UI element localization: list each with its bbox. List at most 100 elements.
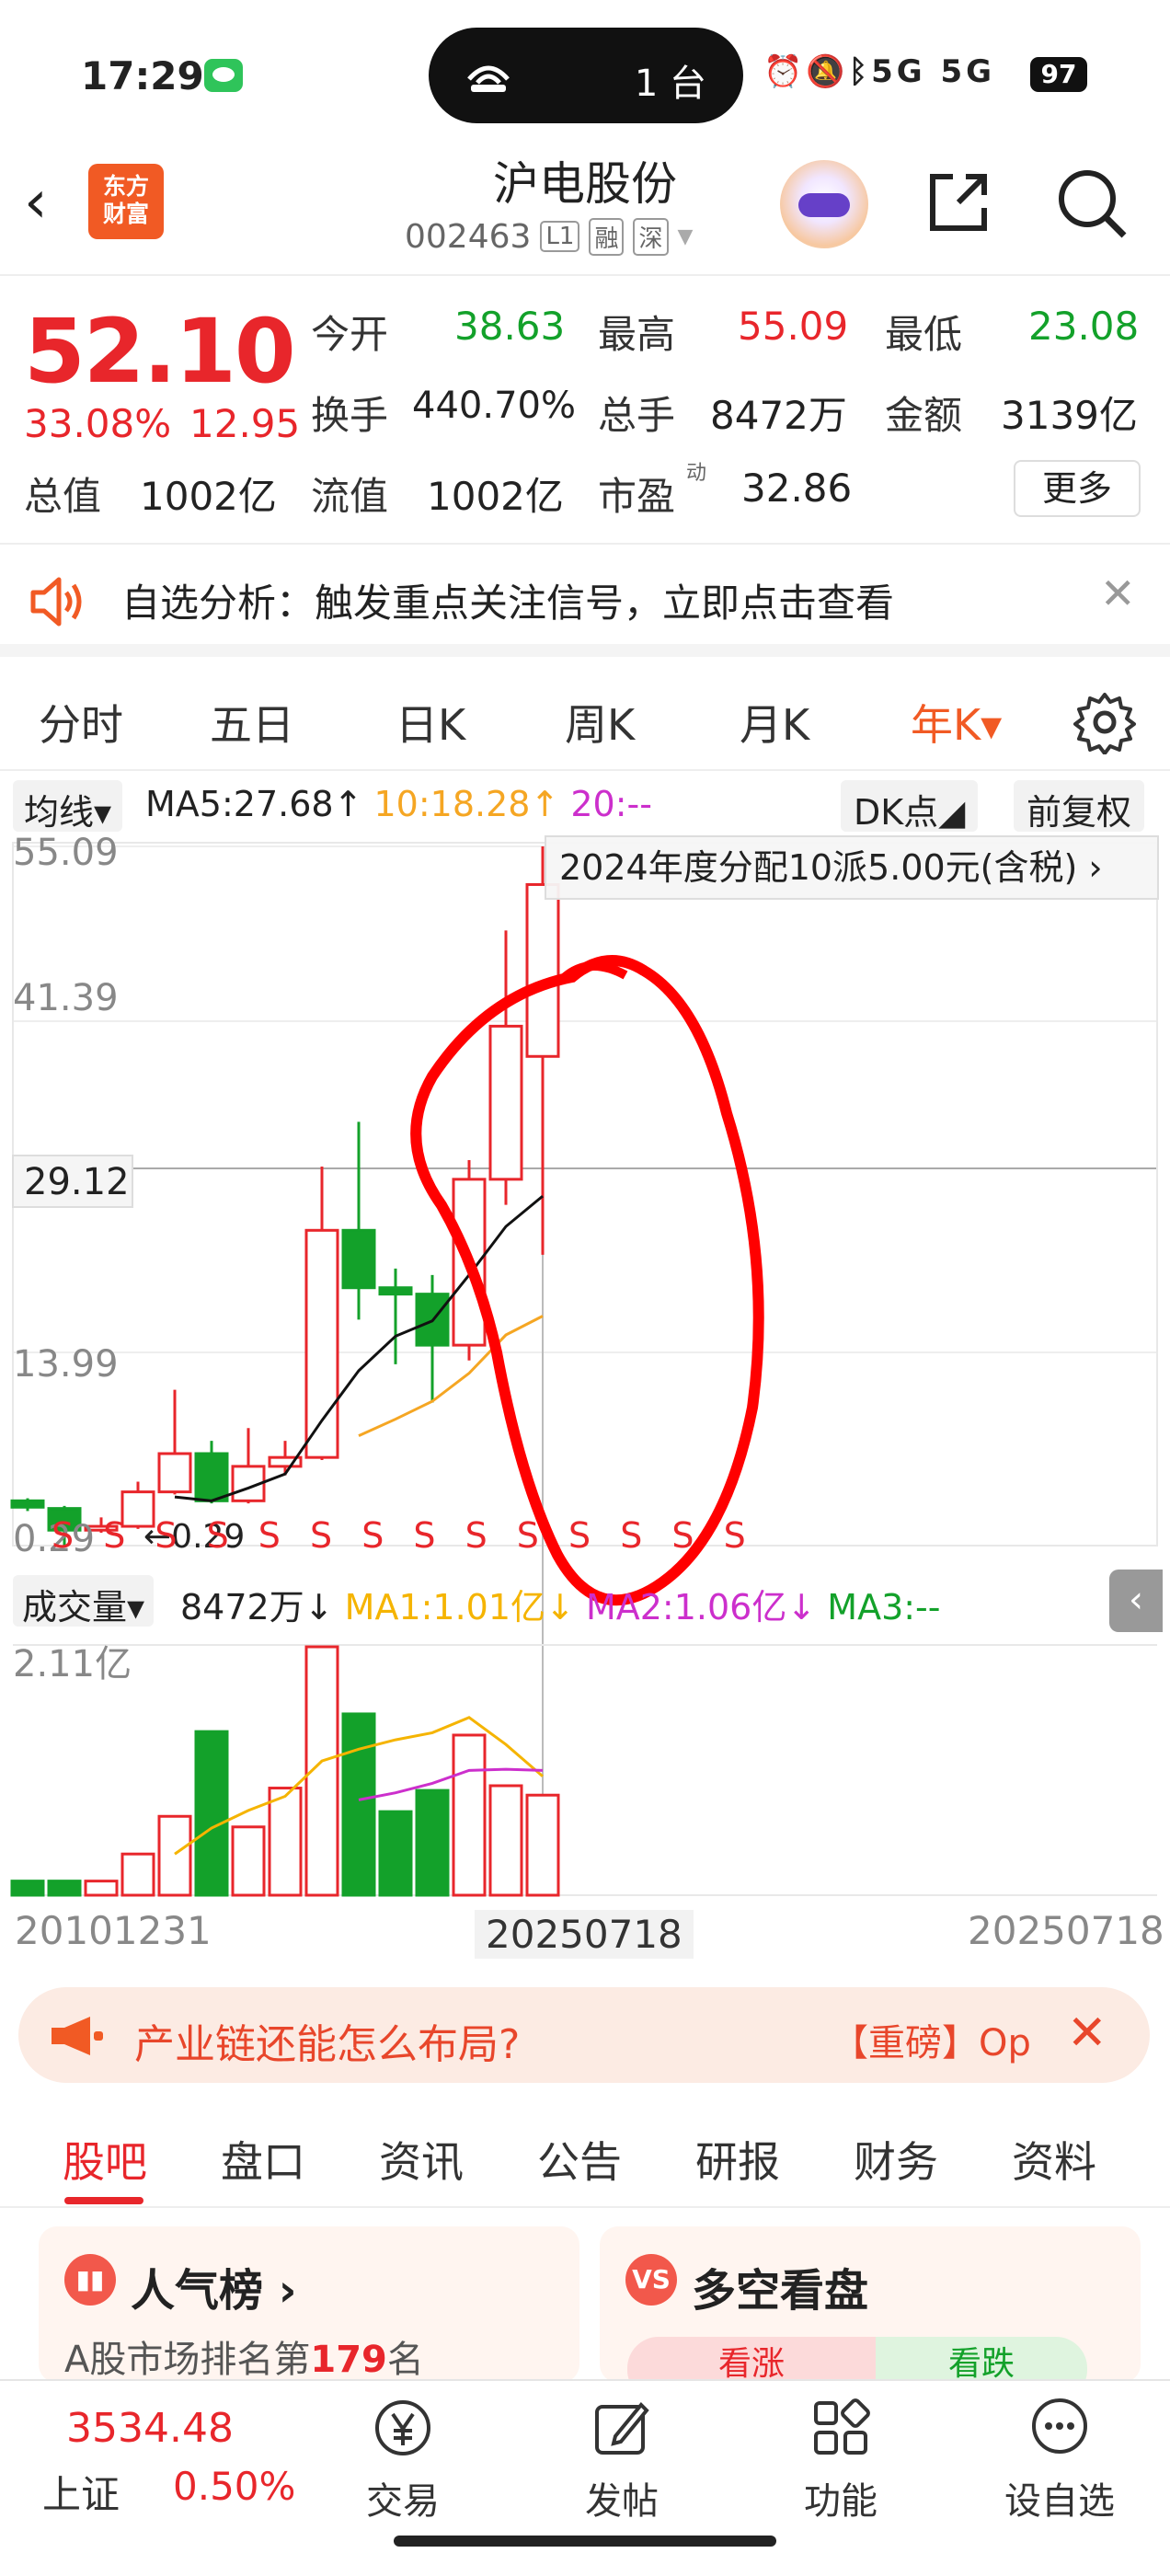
nav-add-watchlist[interactable]: 设自选 (995, 2396, 1124, 2534)
promo-text: 产业链还能怎么布局? (134, 2021, 521, 2068)
volume-bar (194, 1730, 229, 1897)
adjust-button[interactable]: 前复权 (1014, 780, 1145, 833)
tab-5day[interactable]: 五日 (210, 692, 294, 753)
close-icon[interactable]: ✕ (1067, 2006, 1107, 2061)
cast-icon (467, 65, 510, 92)
open-value: 38.63 (454, 304, 566, 349)
amount-value: 3139亿 (1001, 393, 1138, 438)
collapse-panel-button[interactable]: ‹ (1109, 1570, 1163, 1632)
stock-code: 002463 (405, 217, 532, 256)
ma-dropdown[interactable]: 均线▾ (13, 780, 123, 833)
mute-icon: 🔕 (806, 53, 849, 90)
bar-chart-icon: ▮▮ (64, 2254, 116, 2306)
volume-bar (525, 1793, 560, 1897)
volume-dropdown[interactable]: 成交量▾ (13, 1575, 155, 1627)
candle-body (488, 1024, 523, 1181)
tab-weekly-k[interactable]: 周K (565, 692, 635, 753)
chat-bubble-icon (1032, 2398, 1087, 2454)
volume-bar (341, 1712, 376, 1897)
alert-banner[interactable]: 自选分析：触发重点关注信号，立即点击查看 ✕ (0, 545, 1170, 657)
bull-button[interactable]: 看涨 (627, 2337, 876, 2383)
volume-label: 总手 (598, 393, 676, 438)
volume-value: 8472万↓ (180, 1587, 334, 1627)
volume-bar (415, 1788, 450, 1897)
turnover-label: 换手 (311, 393, 389, 438)
tab-monthly-k[interactable]: 月K (740, 692, 809, 753)
status-bar: 17:29 1 台 ⏰🔕ᛒ5G 5G 97 (0, 0, 1170, 147)
tab-intraday[interactable]: 分时 (39, 692, 123, 753)
nav-functions[interactable]: 功能 (776, 2396, 905, 2534)
chevron-down-icon[interactable]: ▼ (678, 225, 694, 248)
turnover-value: 440.70% (412, 385, 576, 427)
bull-bear-title: 多空看盘 (692, 2265, 869, 2317)
signal-icon: 5G 5G (871, 53, 996, 90)
bear-button[interactable]: 看跌 (876, 2337, 1087, 2383)
versus-icon: VS (625, 2254, 677, 2306)
more-button[interactable]: 更多 (1014, 460, 1141, 517)
mktcap-value: 1002亿 (140, 474, 277, 519)
volume-bar (157, 1814, 192, 1897)
vol-ma1-value: MA1:1.01亿↓ (344, 1587, 575, 1627)
volume-bar (47, 1880, 82, 1897)
dk-point-button[interactable]: DK点◢ (841, 780, 979, 833)
index-percent: 0.50% (173, 2464, 296, 2509)
kline-chart[interactable]: 55.09 41.39 29.12 13.99 0.29 ←0.29 S S S… (0, 837, 1170, 1904)
volume-legend: 成交量▾ 8472万↓ MA1:1.01亿↓ MA2:1.06亿↓ MA3:--… (0, 1570, 1170, 1634)
date-start: 20101231 (15, 1908, 212, 1953)
popularity-title: 人气榜 › (131, 2265, 297, 2317)
tab-guba[interactable]: 股吧 (63, 2129, 147, 2190)
search-icon[interactable] (1052, 164, 1130, 241)
title-bar: ‹ 东方 财富 沪电股份 002463 L1 融 深 ▼ (0, 147, 1170, 276)
tab-announcements[interactable]: 公告 (537, 2129, 622, 2190)
active-tab-underline (64, 2197, 143, 2204)
edit-icon (595, 2402, 649, 2455)
tab-finance[interactable]: 财务 (854, 2129, 938, 2190)
bull-bear-card[interactable]: VS 多空看盘 看涨 看跌 (600, 2226, 1141, 2383)
popularity-card[interactable]: ▮▮ 人气榜 › A股市场排名第179名 (39, 2226, 579, 2383)
dynamic-island[interactable]: 1 台 (429, 28, 743, 123)
grid-icon (814, 2398, 870, 2455)
low-value: 23.08 (1028, 304, 1140, 349)
battery-icon: 97 (1030, 57, 1087, 92)
close-icon[interactable]: ✕ (1100, 569, 1136, 618)
share-icon[interactable] (922, 166, 995, 239)
ma5-value: MA5:27.68↑ (145, 784, 363, 824)
change-value: 12.95 (189, 401, 301, 446)
mktcap-label: 总值 (24, 474, 102, 519)
volume-value: 8472万 (710, 393, 847, 438)
index-name: 上证 (42, 2472, 120, 2517)
candle-body (304, 1228, 339, 1459)
float-label: 流值 (311, 474, 389, 519)
speaker-icon (30, 577, 82, 627)
alert-text: 自选分析：触发重点关注信号，立即点击查看 (121, 581, 895, 626)
amount-label: 金额 (885, 393, 963, 438)
ma10-value: 10:18.28↑ (373, 784, 560, 824)
tab-daily-k[interactable]: 日K (396, 692, 465, 753)
home-indicator (394, 2536, 776, 2547)
candle-body (341, 1228, 376, 1290)
assistant-avatar[interactable] (780, 160, 868, 248)
volume-bar (378, 1810, 413, 1897)
volume-bar (120, 1852, 155, 1897)
tab-profile[interactable]: 资料 (1012, 2129, 1096, 2190)
volume-bar (231, 1825, 266, 1897)
index-value: 3534.48 (66, 2405, 234, 2452)
promo-banner[interactable]: 产业链还能怎么布局? 【重磅】Op ✕ (18, 1987, 1150, 2083)
dividend-tooltip[interactable]: 2024年度分配10派5.00元(含税) › (545, 835, 1159, 900)
tab-yearly-k[interactable]: 年K▾ (911, 692, 1002, 753)
volume-bar (488, 1784, 523, 1897)
stock-code-row: 002463 L1 融 深 ▼ (405, 213, 693, 259)
nav-trade[interactable]: 交易 (338, 2396, 467, 2534)
tab-research[interactable]: 研报 (695, 2129, 780, 2190)
section-tabs: 股吧 盘口 资讯 公告 研报 财务 资料 (0, 2101, 1170, 2208)
date-end: 20250718 (968, 1908, 1164, 1953)
tab-news[interactable]: 资讯 (379, 2129, 464, 2190)
tab-pankou[interactable]: 盘口 (221, 2129, 305, 2190)
volume-values: 8472万↓ MA1:1.01亿↓ MA2:1.06亿↓ MA3:-- (180, 1579, 940, 1629)
nav-post[interactable]: 发帖 (557, 2396, 686, 2534)
ma-legend: 均线▾ MA5:27.68↑ 10:18.28↑ 20:-- DK点◢ 前复权 (0, 773, 1170, 837)
float-value: 1002亿 (427, 474, 564, 519)
high-value: 55.09 (738, 304, 849, 349)
gear-icon[interactable] (1072, 690, 1137, 754)
main-panel-frame (12, 842, 1158, 1547)
